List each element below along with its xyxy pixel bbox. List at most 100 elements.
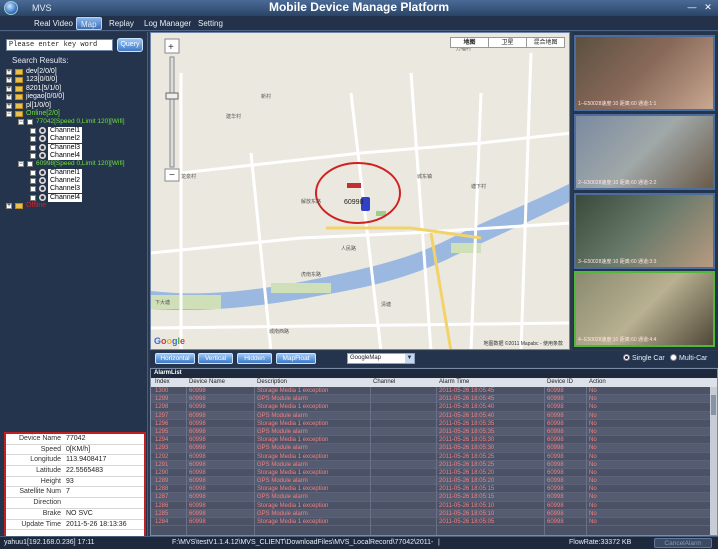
camera-icon [39,143,46,151]
expand-icon[interactable]: + [6,203,12,210]
tree-node[interactable]: Channel3 [6,185,146,194]
alarm-row[interactable]: 1285 60998 GPS Module alarm 2011-05-26 18:0… [151,509,717,518]
alarm-cell: Storage Media 1 exception [257,453,329,460]
expand-icon[interactable]: + [6,69,12,75]
svg-text:−: − [169,170,175,181]
alarm-row[interactable]: 1290 60998 Storage Media 1 exception 2011-0… [151,469,717,478]
expand-icon[interactable]: − [6,110,12,117]
vertical-button[interactable]: Vertical [198,353,233,364]
alarm-row[interactable]: 1289 60998 GPS Module alarm 2011-05-26 18:0… [151,477,717,486]
alarm-row[interactable]: 1296 60998 Storage Media 1 exception 2011-0… [151,420,717,428]
tree-node[interactable]: +8201[5/1/0] [6,85,146,93]
alarm-row[interactable]: 1297 60998 GPS Module alarm 2011-05-26 18:0… [151,411,717,420]
alarm-cell: 60998 [547,502,564,509]
alarm-row[interactable]: 1284 60998 Storage Media 1 exception 2011-0… [151,518,717,527]
checkbox-icon[interactable] [30,194,36,201]
expand-icon[interactable]: − [18,161,24,168]
map-view[interactable]: 60998 + − 万福村 龙泉村 城东镇 塘下村 人民路 城南西路 虎南东路 … [150,32,570,350]
tree-node[interactable]: Channel1 [6,126,146,135]
checkbox-icon[interactable] [30,127,36,134]
alarm-column-header[interactable]: Device ID [547,378,573,387]
hidden-button[interactable]: Hidden [237,353,272,364]
menu-real-video[interactable]: Real Video [30,17,77,30]
tree-node[interactable]: + pl[1/0/0] [6,102,146,110]
tab-satellite[interactable]: 卫星 [488,37,527,48]
tab-map[interactable]: 地图 [450,37,489,48]
checkbox-icon[interactable] [27,119,33,126]
query-button[interactable]: Query [117,38,143,52]
single-car-radio[interactable]: Single Car [623,354,665,362]
alarm-column-header[interactable]: Alarm Time [439,378,469,387]
checkbox-icon[interactable] [30,169,36,176]
menu-map[interactable]: Map [76,17,102,30]
alarm-row[interactable]: 1293 60998 GPS Module alarm 2011-05-26 18:0… [151,444,717,453]
tree-node[interactable]: + jiegao[0/0/0] [6,93,146,101]
video-feed[interactable]: 1--E50028速度:10 距离:60 通道:1:1 [574,35,715,111]
alarm-row[interactable]: 1292 60998 Storage Media 1 exception 2011-0… [151,453,717,461]
menu-replay[interactable]: Replay [105,17,138,30]
tab-hybrid[interactable]: 混合地图 [526,37,565,48]
alarm-row[interactable]: 1287 60998 GPS Module alarm 2011-05-26 18:0… [151,493,717,502]
menu-log-manager[interactable]: Log Manager [140,17,195,30]
checkbox-icon[interactable] [30,136,36,143]
alarm-row[interactable]: 1300 60998 Storage Media 1 exception 2011-0… [151,387,717,396]
scrollbar-thumb[interactable] [711,395,716,415]
alarm-row[interactable]: 1288 60998 Storage Media 1 exception 2011-0… [151,485,717,494]
video-feed[interactable]: 4--E50028速度:10 距离:60 通道:4:4 [574,271,715,347]
alarm-row[interactable]: 1294 60998 Storage Media 1 exception 2011-0… [151,436,717,445]
horizontal-button[interactable]: Horizontal [155,353,195,364]
vehicle-marker-label[interactable]: 60998 [344,199,364,206]
alarm-row[interactable]: 1286 60998 Storage Media 1 exception 2011-0… [151,502,717,510]
cancel-alarm-button[interactable]: CancelAlarm [654,538,712,548]
map-provider-select[interactable]: GoogleMap ▼ [347,353,415,364]
alarm-column-header[interactable]: Device Name [189,378,225,387]
expand-icon[interactable]: + [6,94,12,101]
map-canvas[interactable]: 60998 + − [151,33,570,350]
alarm-column-header[interactable]: Index [155,378,170,387]
tree-node[interactable]: Channel2 [6,177,146,186]
checkbox-icon[interactable] [30,152,36,159]
alarm-column-header[interactable]: Action [589,378,606,387]
expand-icon[interactable]: − [18,119,24,126]
alarm-row[interactable]: 1291 60998 GPS Module alarm 2011-05-26 18:0… [151,460,717,469]
alarm-row[interactable]: 1299 60998 GPS Module alarm 2011-05-26 18:0… [151,395,717,404]
alarm-row[interactable]: 1298 60998 Storage Media 1 exception 2011-0… [151,403,717,412]
alarm-row[interactable]: 1295 60998 GPS Module alarm 2011-05-26 18:0… [151,427,717,437]
tree-node[interactable]: + dev[2/0/0] [6,68,146,76]
tree-node[interactable]: Channel2 [6,135,146,144]
expand-icon[interactable]: + [6,102,12,109]
search-input[interactable]: Please enter key word [6,39,113,51]
menu-setting[interactable]: Setting [194,17,227,30]
alarm-column-header[interactable]: Channel [373,378,395,387]
camera-icon [39,177,46,185]
tree-node[interactable]: Channel4 [6,193,146,202]
expand-icon[interactable]: + [6,77,12,84]
tree-node[interactable]: +123[0/0/0] [6,76,146,84]
tree-node[interactable]: Channel4 [6,151,146,160]
mapfloat-button[interactable]: MapFloat [276,353,316,364]
checkbox-icon[interactable] [30,144,36,151]
video-feed[interactable]: 3--E50028速度:10 距离:60 通道:3:3 [574,193,715,269]
close-icon[interactable]: ✕ [702,2,714,13]
menu-bar: Real Video Map Replay Log Manager Settin… [0,16,718,31]
tree-node[interactable]: + Offline [6,202,146,210]
checkbox-icon[interactable] [30,186,36,193]
alarm-scrollbar[interactable] [710,387,717,535]
tree-node[interactable]: − 77042[Speed 0,Limit 120][Wifi] [6,118,146,126]
checkbox-icon[interactable] [27,161,33,168]
alarm-cell: 2011-05-26 18:05:30 [439,445,495,452]
tree-node[interactable]: Channel1 [6,168,146,177]
minimize-icon[interactable]: — [686,2,698,13]
tree-node[interactable]: − 60998[Speed 0,Limit 120][Wifi] [6,160,146,168]
multi-car-label: Multi-Car [679,355,708,362]
multi-car-radio[interactable]: Multi-Car [670,354,707,362]
video-feed[interactable]: 2--E50028速度:10 距离:60 通道:2:2 [574,114,715,190]
tree-node[interactable]: Channel3 [6,143,146,152]
expand-icon[interactable]: + [6,85,12,92]
alarm-column-header[interactable]: Description [257,378,287,387]
search-results-label: Search Results: [12,56,69,65]
checkbox-icon[interactable] [30,178,36,185]
alarm-cell: No [589,486,597,493]
tree-node[interactable]: − Online[2/0] [6,110,146,118]
chevron-down-icon[interactable]: ▼ [405,354,414,363]
